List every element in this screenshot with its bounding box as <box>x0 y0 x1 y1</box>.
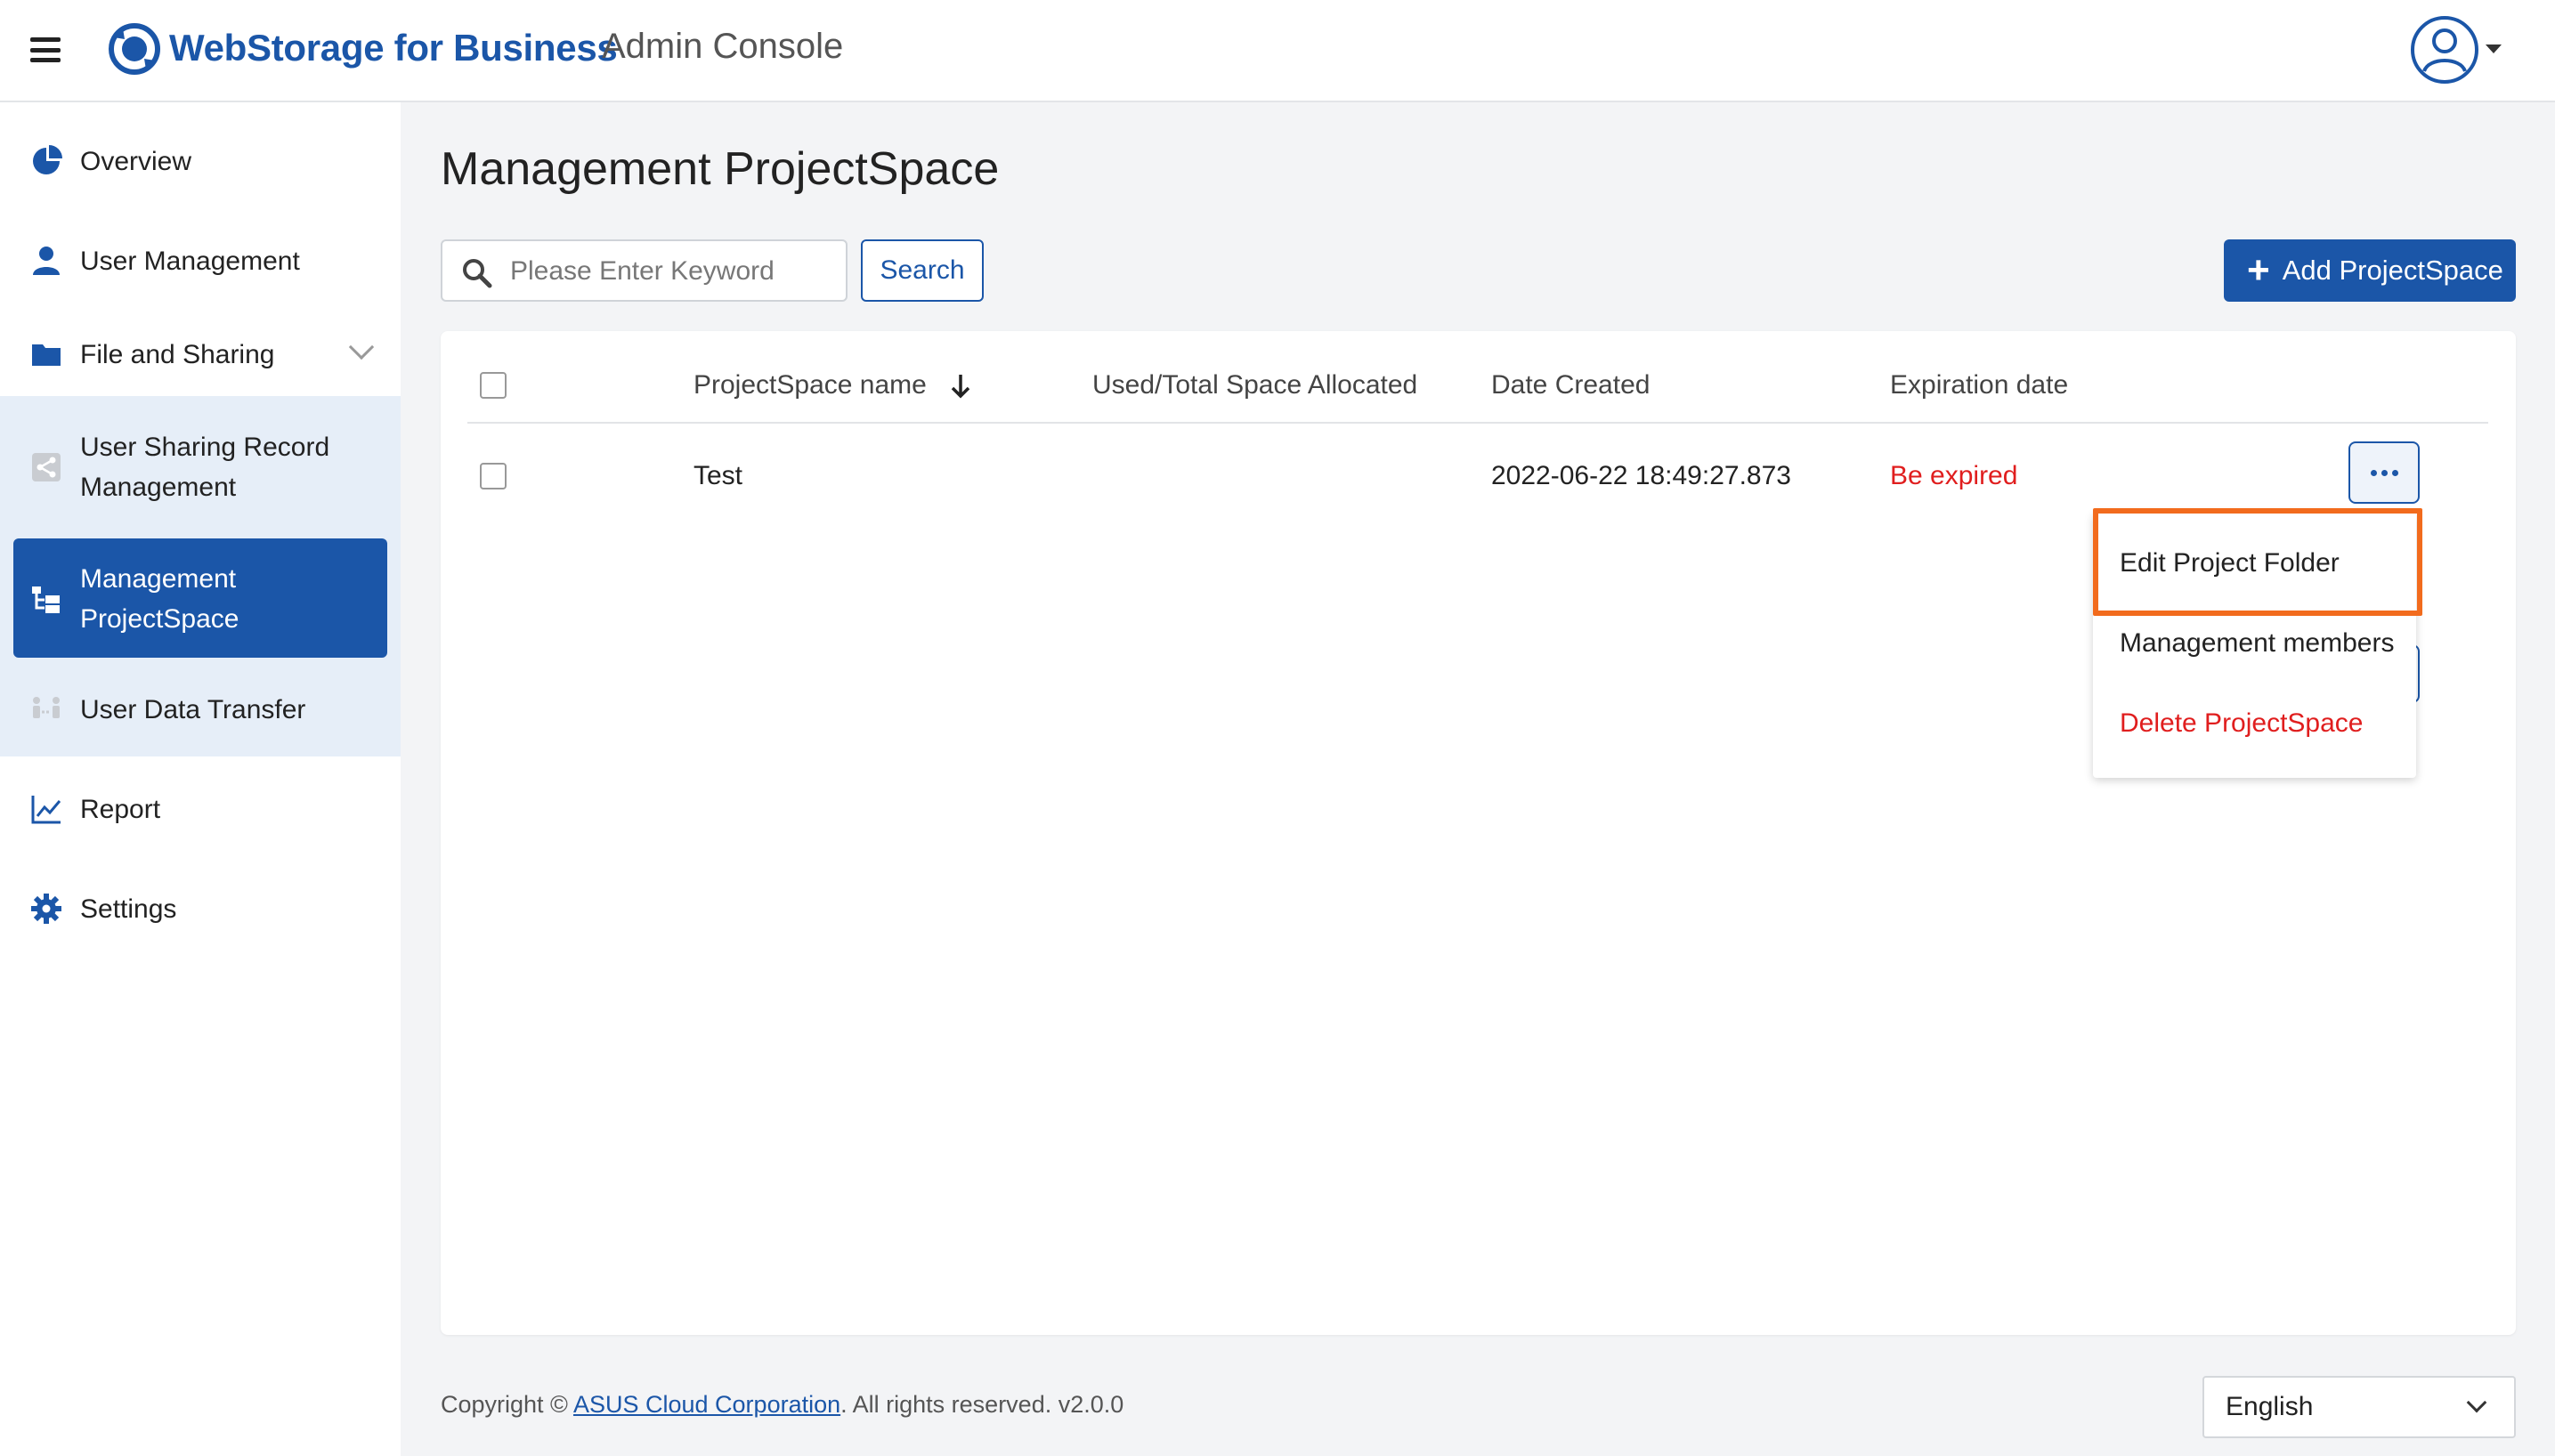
sidebar-item-projectspace[interactable]: Management ProjectSpace <box>0 556 401 642</box>
hamburger-menu-icon[interactable] <box>30 37 61 62</box>
brand-name: WebStorage for Business <box>169 27 618 69</box>
search-input[interactable] <box>510 250 840 293</box>
sidebar-item-label: User Data Transfer <box>80 694 306 724</box>
sidebar-item-settings[interactable]: Settings <box>0 882 401 935</box>
user-icon <box>33 247 60 275</box>
search-icon <box>463 259 492 288</box>
language-selected-value: English <box>2226 1392 2314 1421</box>
chevron-down-icon <box>348 334 375 360</box>
sidebar: Overview User Management File and Sharin… <box>0 102 401 1456</box>
sort-arrow-down-icon <box>951 375 970 399</box>
sidebar-item-data-transfer[interactable]: User Data Transfer <box>0 683 401 736</box>
footer-copyright: Copyright © ASUS Cloud Corporation. All … <box>441 1391 1124 1418</box>
column-header-date-created: Date Created <box>1491 370 1651 400</box>
top-header: WebStorage for Business Admin Console <box>0 0 2555 102</box>
more-dots-icon <box>2370 469 2377 476</box>
projectspace-table: ProjectSpace name Used/Total Space Alloc… <box>441 331 2516 1335</box>
cell-date-created: 2022-06-22 18:49:27.873 <box>1491 461 1791 490</box>
sidebar-item-label: User Sharing Record Management <box>80 433 330 502</box>
plus-icon: + <box>2247 248 2270 292</box>
user-avatar-icon[interactable] <box>2409 14 2480 85</box>
menu-item-delete-projectspace[interactable]: Delete ProjectSpace <box>2120 703 2364 743</box>
sidebar-item-overview[interactable]: Overview <box>0 134 401 188</box>
folder-icon <box>32 344 61 366</box>
sidebar-item-user-management[interactable]: User Management <box>0 234 401 287</box>
project-tree-icon <box>32 586 60 613</box>
row-more-actions-button[interactable] <box>2348 441 2420 504</box>
company-link[interactable]: ASUS Cloud Corporation <box>573 1391 840 1418</box>
add-projectspace-button[interactable]: + Add ProjectSpace <box>2224 239 2516 302</box>
sidebar-item-label: User Management <box>80 246 300 276</box>
cell-projectspace-name[interactable]: Test <box>694 456 742 496</box>
column-header-expiration: Expiration date <box>1890 370 2069 400</box>
sidebar-item-sharing-record[interactable]: User Sharing Record Management <box>0 423 401 512</box>
language-select[interactable]: English <box>2202 1376 2516 1438</box>
highlight-annotation-box <box>2093 508 2422 616</box>
console-subtitle: Admin Console <box>602 27 844 66</box>
pie-chart-icon <box>33 145 62 174</box>
row-checkbox[interactable] <box>480 463 507 489</box>
page-title: Management ProjectSpace <box>441 143 1000 195</box>
menu-item-management-members[interactable]: Management members <box>2120 623 2394 663</box>
select-all-checkbox[interactable] <box>480 372 507 399</box>
add-projectspace-label: Add ProjectSpace <box>2282 255 2503 286</box>
search-box <box>441 239 848 302</box>
sidebar-item-label: Management ProjectSpace <box>80 564 239 634</box>
sidebar-item-label: Report <box>80 794 161 824</box>
avatar-dropdown-caret-icon[interactable] <box>2486 44 2502 53</box>
sidebar-item-label: Overview <box>80 146 192 176</box>
column-header-space: Used/Total Space Allocated <box>1092 370 1418 400</box>
sidebar-item-file-sharing[interactable]: File and Sharing <box>0 328 401 381</box>
search-button[interactable]: Search <box>861 239 984 302</box>
share-icon <box>32 453 61 481</box>
transfer-icon <box>33 697 60 718</box>
webstorage-logo-icon <box>109 23 160 75</box>
chevron-down-icon <box>2466 1392 2487 1413</box>
cell-expiration-status: Be expired <box>1890 461 2018 490</box>
column-header-name[interactable]: ProjectSpace name <box>694 365 971 405</box>
sidebar-item-label: File and Sharing <box>80 339 275 369</box>
table-header-divider <box>467 422 2488 424</box>
line-chart-icon <box>31 796 61 824</box>
gear-icon <box>31 894 61 924</box>
sidebar-item-label: Settings <box>80 894 177 924</box>
sidebar-item-report[interactable]: Report <box>0 782 401 836</box>
